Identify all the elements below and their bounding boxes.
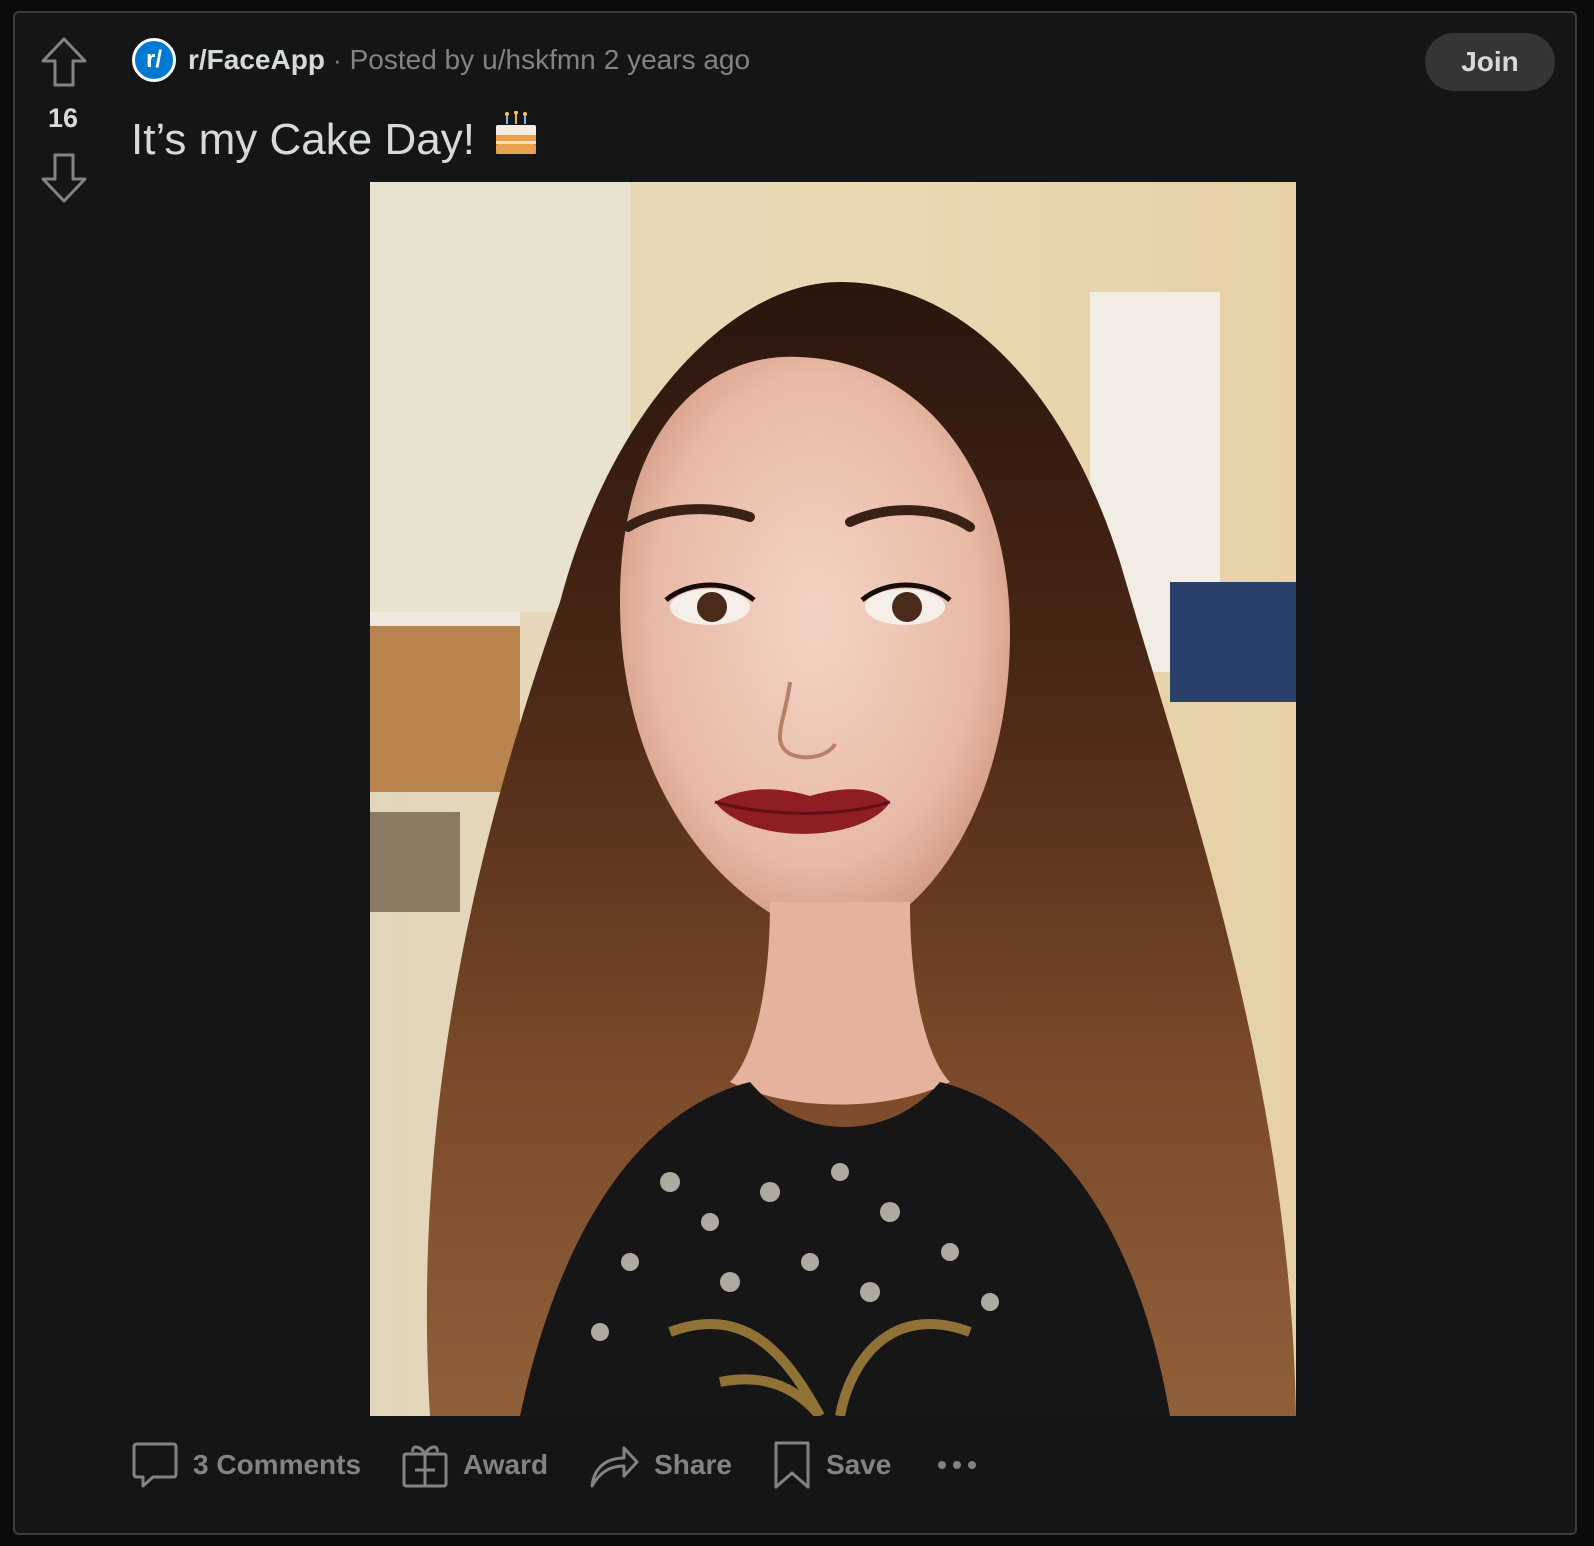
- comment-icon: [132, 1442, 178, 1488]
- share-icon: [590, 1446, 639, 1488]
- downvote-icon: [41, 153, 87, 203]
- subreddit-link[interactable]: r/FaceApp: [188, 44, 325, 76]
- share-button[interactable]: Share: [588, 1440, 732, 1490]
- post-card: 16 r/ r/FaceApp · Posted by u/hskfmn 2 y…: [13, 11, 1577, 1535]
- author-link[interactable]: u/hskfmn: [482, 44, 596, 76]
- award-button[interactable]: Award: [401, 1440, 548, 1490]
- upvote-icon: [41, 37, 87, 87]
- posted-by-label: Posted by: [349, 44, 475, 75]
- save-button[interactable]: Save: [772, 1440, 891, 1490]
- join-button[interactable]: Join: [1425, 33, 1555, 91]
- upvote-button[interactable]: [39, 35, 89, 89]
- bookmark-icon: [774, 1441, 810, 1489]
- post-timestamp[interactable]: 2 years ago: [604, 44, 750, 76]
- post-actions: 3 Comments Award Share Save: [131, 1433, 977, 1497]
- more-icon: [938, 1461, 977, 1469]
- save-label: Save: [825, 1449, 892, 1480]
- cake-icon: [493, 110, 539, 168]
- more-options-button[interactable]: [937, 1459, 977, 1471]
- portrait-photo: [370, 182, 1296, 1416]
- post-image[interactable]: [370, 182, 1296, 1416]
- gift-icon: [402, 1445, 448, 1488]
- downvote-button[interactable]: [39, 151, 89, 205]
- meta-separator: ·: [332, 44, 342, 75]
- post-header: r/ r/FaceApp · Posted by u/hskfmn 2 year…: [132, 35, 750, 85]
- share-label: Share: [654, 1449, 732, 1480]
- comments-button[interactable]: 3 Comments: [131, 1440, 361, 1490]
- award-label: Award: [463, 1449, 549, 1480]
- subreddit-icon[interactable]: r/: [132, 38, 176, 82]
- post-title: It’s my Cake Day!: [131, 114, 475, 164]
- comments-label: 3 Comments: [193, 1449, 362, 1480]
- vote-score: 16: [47, 103, 79, 133]
- post-title-row[interactable]: It’s my Cake Day!: [131, 110, 539, 168]
